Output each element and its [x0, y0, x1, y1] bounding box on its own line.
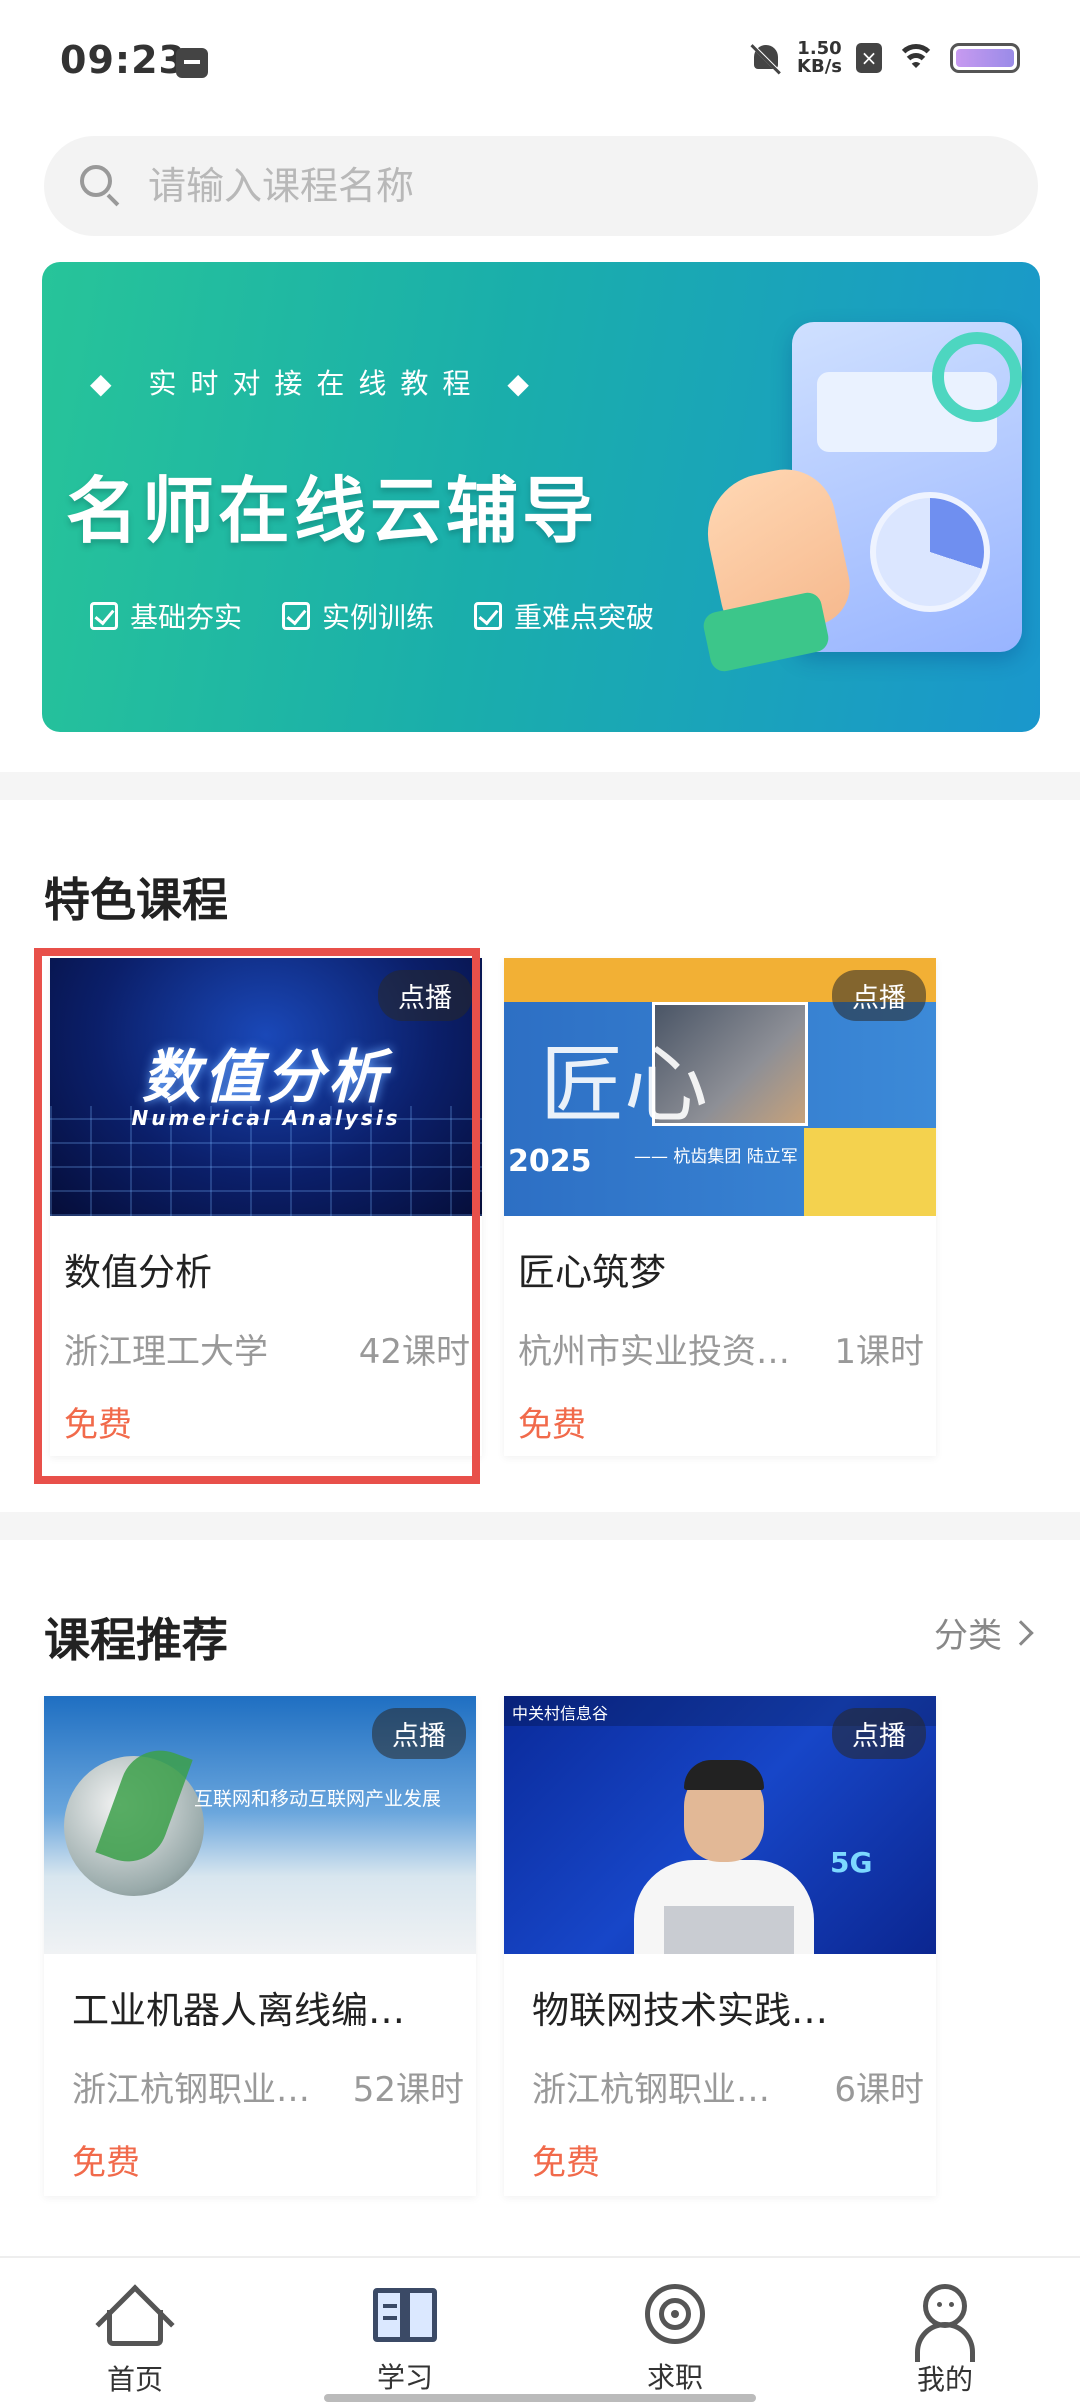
- nav-label: 我的: [916, 2363, 973, 2396]
- nav-item-me[interactable]: 我的: [810, 2258, 1080, 2408]
- close-box-icon: ×: [856, 43, 882, 73]
- banner-tag-label: 实例训练: [322, 601, 435, 634]
- course-hours: 6课时: [834, 2070, 924, 2110]
- nav-item-jobs[interactable]: 求职: [540, 2258, 810, 2408]
- thumb-byline: —— 杭齿集团 陆立军: [634, 1147, 798, 1167]
- nav-label: 求职: [646, 2361, 703, 2394]
- banner-illustration: [696, 302, 1032, 722]
- course-card-iot[interactable]: 中关村信息谷 5G 点播 物联网技术实践… 浙江杭钢职业… 6课时 免费: [504, 1696, 936, 2196]
- course-provider: 浙江杭钢职业…: [72, 2070, 310, 2110]
- course-provider: 浙江杭钢职业…: [532, 2070, 770, 2110]
- course-price: 免费: [72, 2143, 140, 2183]
- course-title: 数值分析: [64, 1251, 212, 1294]
- course-price: 免费: [532, 2143, 600, 2183]
- featured-section-title: 特色课程: [44, 873, 228, 927]
- nav-item-study[interactable]: 学习: [270, 2258, 540, 2408]
- course-hours: 52课时: [352, 2070, 464, 2110]
- category-link[interactable]: 分类: [934, 1608, 1034, 1657]
- recommend-section-title: 课程推荐: [44, 1613, 228, 1667]
- thumb-subtitle: Numerical Analysis: [131, 1106, 401, 1130]
- thumb-title: 数值分析: [141, 1043, 390, 1111]
- course-hours: 1课时: [834, 1332, 924, 1372]
- banner-tag: 重难点突破: [474, 596, 654, 636]
- vod-badge: 点播: [832, 970, 926, 1021]
- banner-subtitle: ◆ 实时对接在线教程 ◆: [90, 367, 543, 400]
- banner-tags: 基础夯实 实例训练 重难点突破: [90, 596, 654, 636]
- vod-badge: 点播: [372, 1708, 466, 1759]
- bottom-nav: 首页 学习 求职 我的: [0, 2256, 1080, 2408]
- course-title: 物联网技术实践…: [532, 1989, 828, 2032]
- battery-icon: [950, 43, 1020, 73]
- nav-label: 首页: [106, 2363, 163, 2396]
- thumb-title: 匠心: [540, 1036, 709, 1134]
- search-bar[interactable]: [44, 136, 1038, 236]
- home-icon: [95, 2282, 175, 2364]
- banner-tag: 实例训练: [282, 596, 434, 636]
- course-thumbnail: 中关村信息谷 5G 点播: [504, 1696, 936, 1954]
- wifi-icon: [896, 42, 936, 74]
- thumb-caption: 互联网和移动互联网产业发展: [194, 1788, 442, 1810]
- status-time: 09:23: [60, 38, 186, 82]
- checkbox-icon: [474, 602, 503, 630]
- mute-icon: [749, 41, 783, 75]
- vod-badge: 点播: [378, 970, 472, 1021]
- net-speed: 1.50 KB/s: [797, 40, 842, 76]
- vod-badge: 点播: [832, 1708, 926, 1759]
- banner-title: 名师在线云辅导: [66, 469, 599, 553]
- course-card-numerical-analysis[interactable]: 数值分析 Numerical Analysis 点播 数值分析 浙江理工大学 4…: [50, 958, 482, 1456]
- course-thumbnail: 匠心 2025 —— 杭齿集团 陆立军 点播: [504, 958, 936, 1216]
- nav-item-home[interactable]: 首页: [0, 2258, 270, 2408]
- course-thumbnail: 互联网和移动互联网产业发展 点播: [44, 1696, 476, 1954]
- course-thumbnail: 数值分析 Numerical Analysis 点播: [50, 958, 482, 1216]
- course-title: 匠心筑梦: [518, 1251, 666, 1294]
- course-provider: 杭州市实业投资…: [518, 1332, 790, 1372]
- sim-icon: [176, 48, 208, 78]
- nav-label: 学习: [376, 2361, 433, 2394]
- status-icons: 1.50 KB/s ×: [749, 40, 1020, 76]
- course-meta: 浙江杭钢职业… 6课时: [504, 2034, 936, 2111]
- chevron-right-icon: [1008, 1619, 1034, 1646]
- course-price: 免费: [518, 1405, 586, 1445]
- banner-tag-label: 基础夯实: [130, 601, 243, 634]
- checkbox-icon: [282, 602, 311, 630]
- status-bar: 09:23 1.50 KB/s ×: [0, 0, 1080, 128]
- banner-tag-label: 重难点突破: [514, 601, 655, 634]
- course-hours: 42课时: [358, 1332, 470, 1372]
- search-icon: [78, 163, 124, 209]
- home-indicator[interactable]: [324, 2394, 756, 2402]
- section-divider: [0, 772, 1080, 800]
- thumb-year: 2025: [508, 1144, 592, 1179]
- user-icon: [913, 2282, 977, 2362]
- search-input[interactable]: [148, 164, 948, 208]
- course-provider: 浙江理工大学: [64, 1332, 268, 1372]
- target-icon: [643, 2282, 707, 2346]
- book-icon: [371, 2282, 439, 2346]
- course-card-craftsmanship[interactable]: 匠心 2025 —— 杭齿集团 陆立军 点播 匠心筑梦 杭州市实业投资… 1课时…: [504, 958, 936, 1456]
- net-speed-unit: KB/s: [797, 56, 842, 77]
- course-title: 工业机器人离线编…: [72, 1989, 405, 2032]
- checkbox-icon: [90, 602, 118, 630]
- section-divider: [0, 1512, 1080, 1540]
- banner-tag: 基础夯实: [90, 596, 242, 636]
- course-price: 免费: [64, 1405, 132, 1445]
- thumb-tag: 5G: [830, 1846, 873, 1879]
- course-card-industrial-robot[interactable]: 互联网和移动互联网产业发展 点播 工业机器人离线编… 浙江杭钢职业… 52课时 …: [44, 1696, 476, 2196]
- course-meta: 浙江理工大学 42课时: [50, 1296, 482, 1373]
- promo-banner[interactable]: ◆ 实时对接在线教程 ◆ 名师在线云辅导 基础夯实 实例训练 重难点突破: [42, 262, 1040, 732]
- course-meta: 杭州市实业投资… 1课时: [504, 1296, 936, 1373]
- course-meta: 浙江杭钢职业… 52课时: [44, 2034, 476, 2111]
- category-link-label: 分类: [934, 1616, 1002, 1656]
